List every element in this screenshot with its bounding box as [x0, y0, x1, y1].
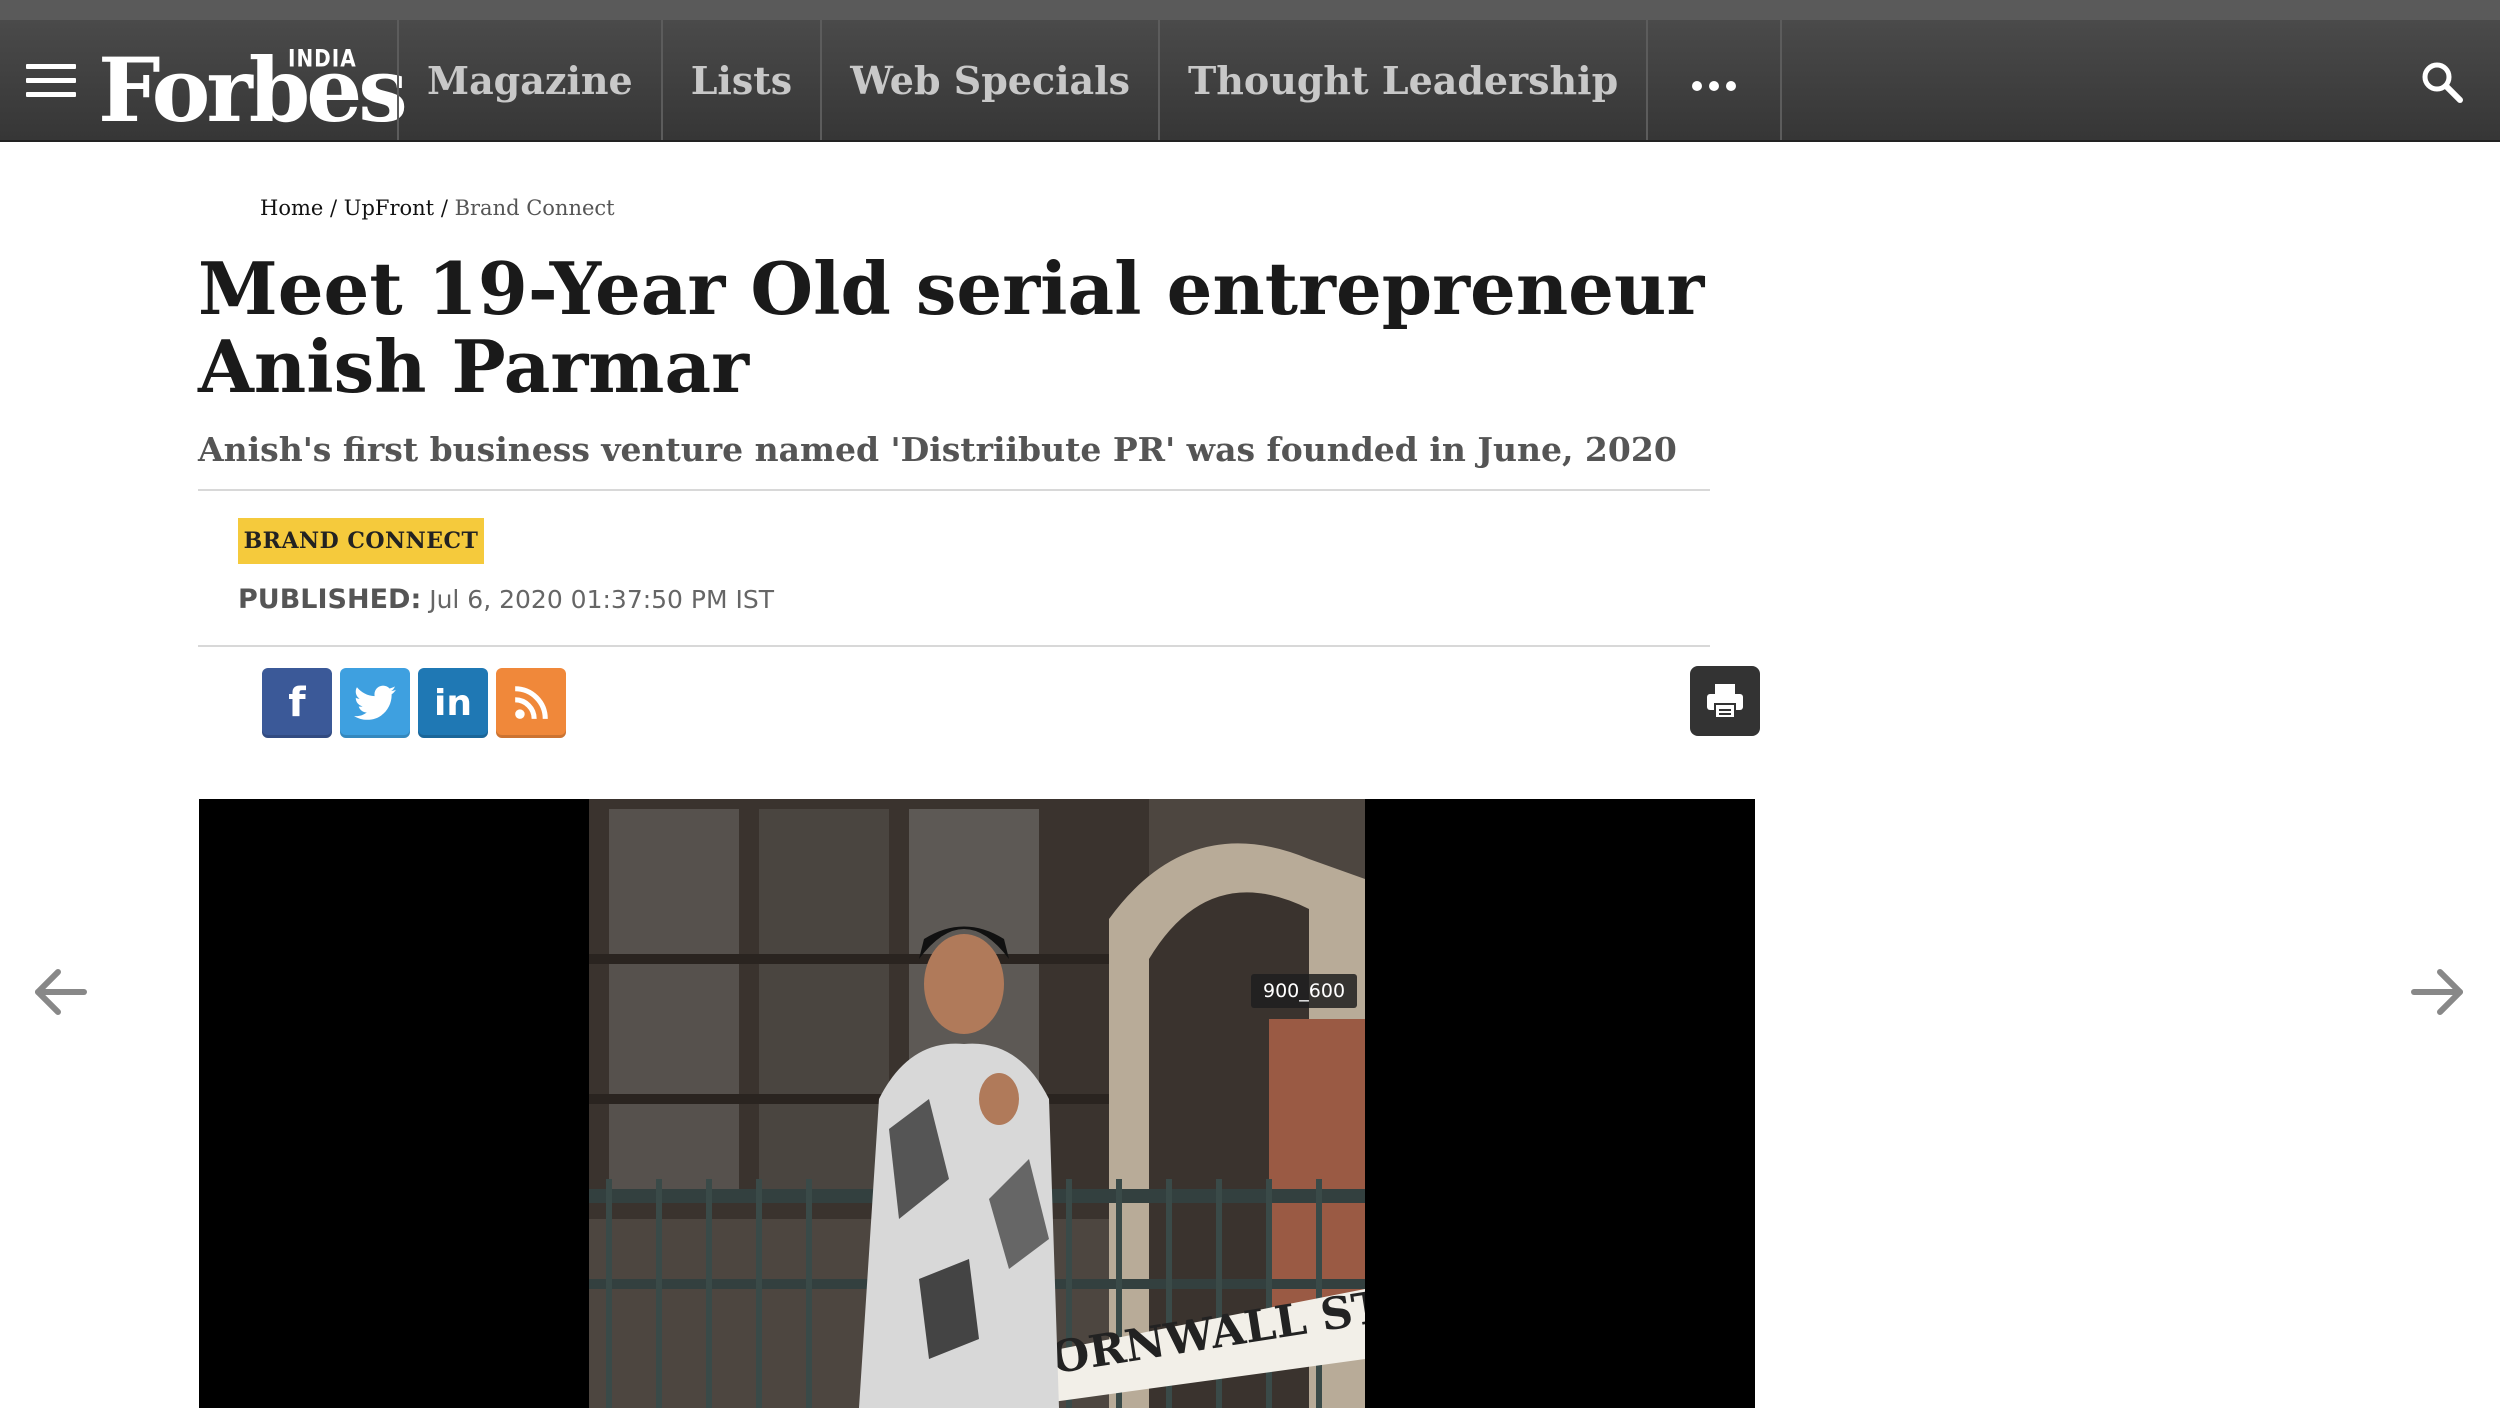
top-navbar: Forbes INDIA Magazine Lists Web Specials… — [0, 20, 2500, 142]
more-icon — [1692, 81, 1737, 91]
article-image-frame: CORNWALL ST 900_600 — [199, 799, 1755, 1408]
twitter-icon — [354, 685, 396, 720]
facebook-share-button[interactable]: f — [262, 668, 332, 738]
more-menu-button[interactable] — [1646, 20, 1783, 140]
print-icon — [1707, 684, 1743, 719]
breadcrumb-current: Brand Connect — [454, 196, 615, 220]
brand-name: Forbes — [98, 38, 408, 142]
linkedin-share-button[interactable]: in — [418, 668, 488, 738]
rss-button[interactable] — [496, 668, 566, 738]
edition-label: INDIA — [288, 43, 357, 73]
published-value: Jul 6, 2020 01:37:50 PM IST — [421, 585, 775, 614]
main-nav: Magazine Lists Web Specials Thought Lead… — [397, 20, 1783, 140]
breadcrumb-upfront[interactable]: UpFront — [344, 196, 434, 220]
linkedin-icon: in — [434, 682, 472, 724]
share-buttons: f in — [262, 668, 566, 738]
image-size-label: 900_600 — [1251, 974, 1358, 1008]
twitter-share-button[interactable] — [340, 668, 410, 738]
next-article-button[interactable] — [2408, 962, 2468, 1022]
nav-lists[interactable]: Lists — [660, 20, 821, 140]
rss-icon — [514, 686, 548, 720]
breadcrumb: Home / UpFront / Brand Connect — [260, 196, 615, 220]
search-icon[interactable] — [2420, 60, 2464, 104]
breadcrumb-separator: / — [330, 196, 344, 220]
forbes-logo[interactable]: Forbes INDIA — [98, 38, 408, 142]
browser-top-strip — [0, 0, 2500, 20]
article-title: Meet 19-Year Old serial entrepreneur Ani… — [198, 246, 1705, 409]
article-photo: CORNWALL ST 900_600 — [589, 799, 1365, 1408]
divider — [198, 645, 1710, 647]
nav-magazine[interactable]: Magazine — [397, 20, 661, 140]
facebook-icon: f — [288, 680, 306, 726]
published-label: PUBLISHED: — [238, 584, 422, 615]
article-subtitle: Anish's first business venture named 'Di… — [198, 430, 1677, 469]
breadcrumb-separator: / — [440, 196, 455, 220]
nav-thought-leadership[interactable]: Thought Leadership — [1157, 20, 1646, 140]
arrow-right-icon — [2411, 969, 2463, 1015]
photo-illustration: CORNWALL ST — [589, 799, 1365, 1408]
print-button[interactable] — [1690, 666, 1760, 736]
nav-web-specials[interactable]: Web Specials — [820, 20, 1158, 140]
arrow-left-icon — [35, 969, 87, 1015]
category-badge[interactable]: BRAND CONNECT — [238, 518, 484, 564]
menu-icon[interactable] — [26, 64, 76, 98]
divider — [198, 489, 1710, 491]
published-date: PUBLISHED: Jul 6, 2020 01:37:50 PM IST — [238, 584, 774, 615]
breadcrumb-home[interactable]: Home — [260, 196, 323, 220]
previous-article-button[interactable] — [30, 962, 90, 1022]
